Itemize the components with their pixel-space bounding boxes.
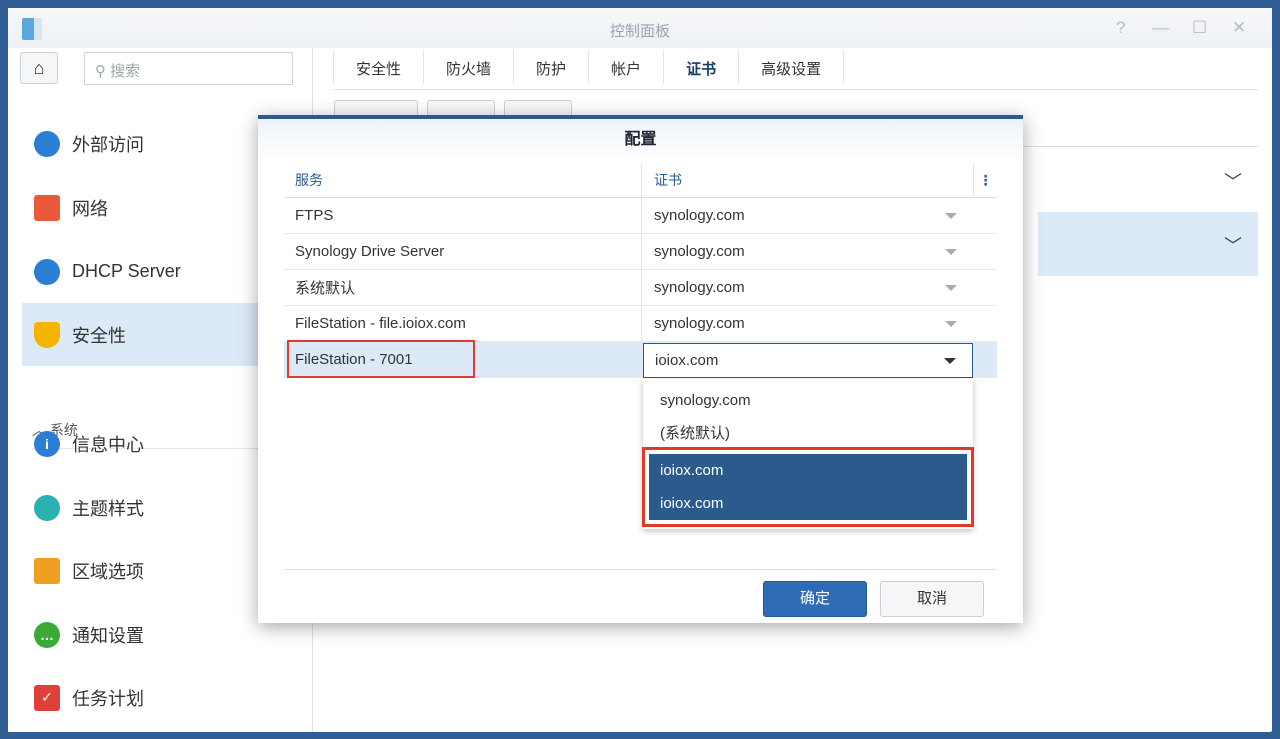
cert-row-selected[interactable]: ﹀ [1038, 212, 1258, 276]
tab-advanced[interactable]: 高级设置 [738, 50, 845, 84]
tab-certificate[interactable]: 证书 [663, 50, 738, 84]
grid-header: 服务 证书 ⋮ [284, 163, 997, 198]
tab-security[interactable]: 安全性 [333, 50, 423, 84]
cert-row[interactable]: ﹀ [1038, 148, 1258, 212]
table-row[interactable]: FTPS synology.com [284, 198, 997, 234]
configure-dialog: 配置 服务 证书 ⋮ FTPS synology.com Synology Dri… [258, 115, 1023, 623]
calendar-check-icon: ✓ [34, 684, 60, 711]
help-icon[interactable]: ? [1116, 18, 1125, 38]
sidebar-item-dhcp[interactable]: DHCP Server [22, 240, 298, 303]
title-bar: 控制面板 ? — ☐ ✕ [8, 8, 1272, 48]
sidebar-item-task-scheduler[interactable]: ✓ 任务计划 [22, 666, 298, 729]
table-row[interactable]: 系统默认 synology.com [284, 270, 997, 306]
dropdown-arrow-icon [945, 213, 957, 219]
tab-protection[interactable]: 防护 [513, 50, 588, 84]
chevron-down-icon[interactable]: ﹀ [1224, 232, 1242, 258]
dropdown-arrow-icon [945, 249, 957, 255]
globe-icon [34, 130, 60, 157]
col-cert[interactable]: 证书 [641, 163, 973, 197]
tab-account[interactable]: 帐户 [588, 50, 663, 84]
minimize-button[interactable]: — [1152, 18, 1169, 38]
palette-icon [34, 494, 60, 521]
tab-firewall[interactable]: 防火墙 [423, 50, 513, 84]
search-icon: ⚲ [95, 63, 111, 80]
col-service[interactable]: 服务 [284, 170, 641, 190]
column-menu-icon[interactable]: ⋮ [973, 163, 997, 197]
home-button[interactable]: ⌂ [20, 52, 58, 84]
sidebar-item-security[interactable]: 安全性 [22, 303, 298, 366]
cancel-button[interactable]: 取消 [880, 581, 984, 617]
chat-bubble-icon: … [34, 621, 60, 648]
info-icon: i [34, 430, 60, 457]
sidebar-item-network[interactable]: 网络 [22, 176, 298, 239]
cert-select[interactable]: synology.com [641, 306, 973, 341]
sidebar-item-external-access[interactable]: 外部访问 [22, 112, 298, 175]
dhcp-icon [34, 258, 60, 285]
cert-select[interactable]: synology.com [641, 270, 973, 305]
option[interactable]: (系统默认) [643, 417, 973, 450]
divider [284, 569, 997, 570]
highlight-box [287, 340, 475, 378]
sidebar-item-theme[interactable]: 主题样式 [22, 476, 298, 539]
shield-icon [34, 321, 60, 348]
highlight-box [642, 447, 974, 527]
dialog-title: 配置 [258, 119, 1023, 163]
cert-select[interactable]: synology.com [641, 198, 973, 233]
close-button[interactable]: ✕ [1232, 18, 1246, 38]
search-input[interactable]: ⚲ 搜索 [84, 52, 293, 85]
cert-select[interactable]: synology.com [641, 234, 973, 269]
table-row[interactable]: Synology Drive Server synology.com [284, 234, 997, 270]
cert-combobox[interactable]: ioiox.com [643, 343, 973, 378]
dropdown-arrow-icon [944, 358, 956, 364]
sidebar-item-info-center[interactable]: i 信息中心 [22, 412, 298, 475]
dropdown-arrow-icon [945, 285, 957, 291]
ok-button[interactable]: 确定 [763, 581, 867, 617]
home-icon: ⌂ [33, 58, 45, 78]
sidebar-item-notification[interactable]: … 通知设置 [22, 603, 298, 666]
dropdown-arrow-icon [945, 321, 957, 327]
table-row[interactable]: FileStation - file.ioiox.com synology.com [284, 306, 997, 342]
house-network-icon [34, 194, 60, 221]
tab-bar: 安全性 防火墙 防护 帐户 证书 高级设置 [333, 50, 1258, 90]
window-title: 控制面板 [609, 23, 670, 40]
maximize-button[interactable]: ☐ [1192, 18, 1207, 38]
chevron-down-icon[interactable]: ﹀ [1224, 168, 1242, 194]
map-clock-icon [34, 557, 60, 584]
option[interactable]: synology.com [643, 384, 973, 417]
sidebar-item-regional[interactable]: 区域选项 [22, 539, 298, 602]
